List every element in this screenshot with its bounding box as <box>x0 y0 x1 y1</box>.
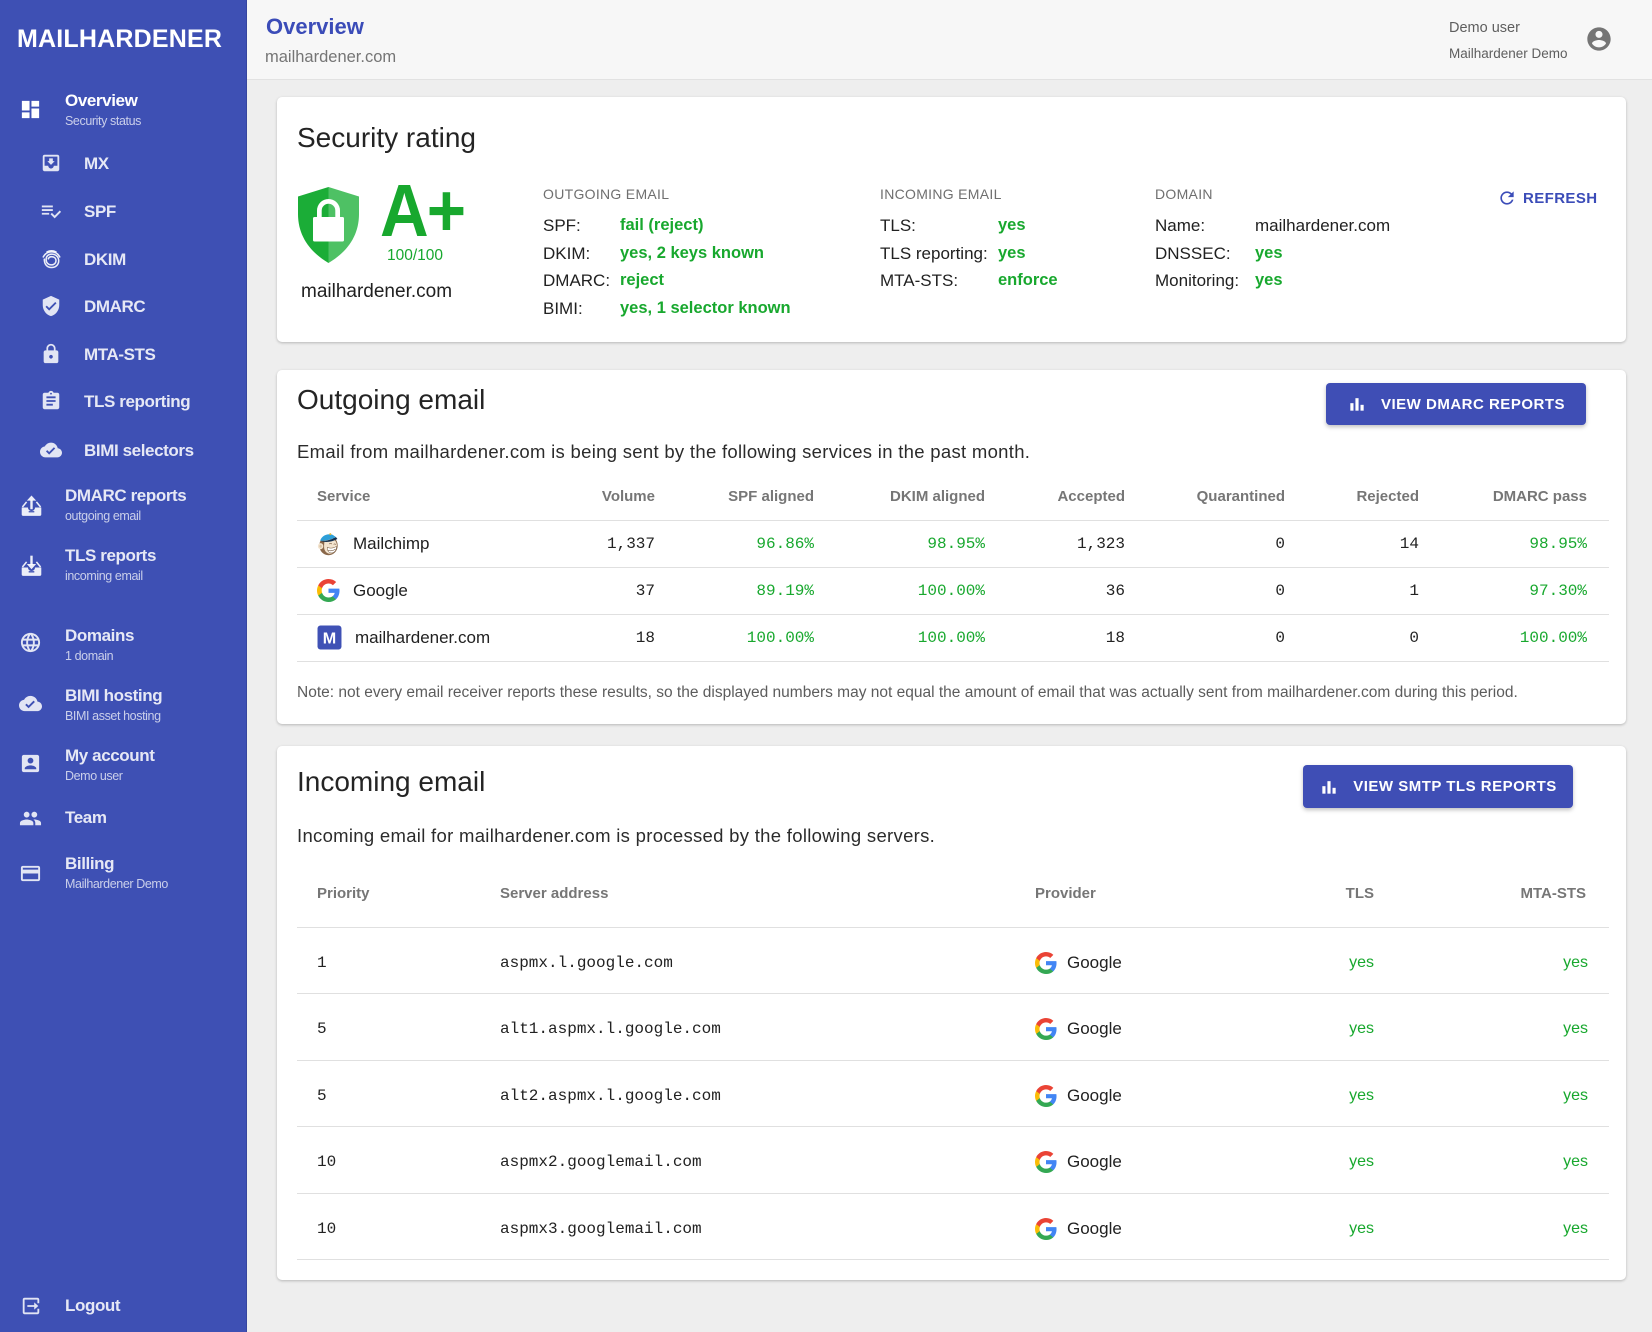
svg-text:M: M <box>323 629 336 647</box>
